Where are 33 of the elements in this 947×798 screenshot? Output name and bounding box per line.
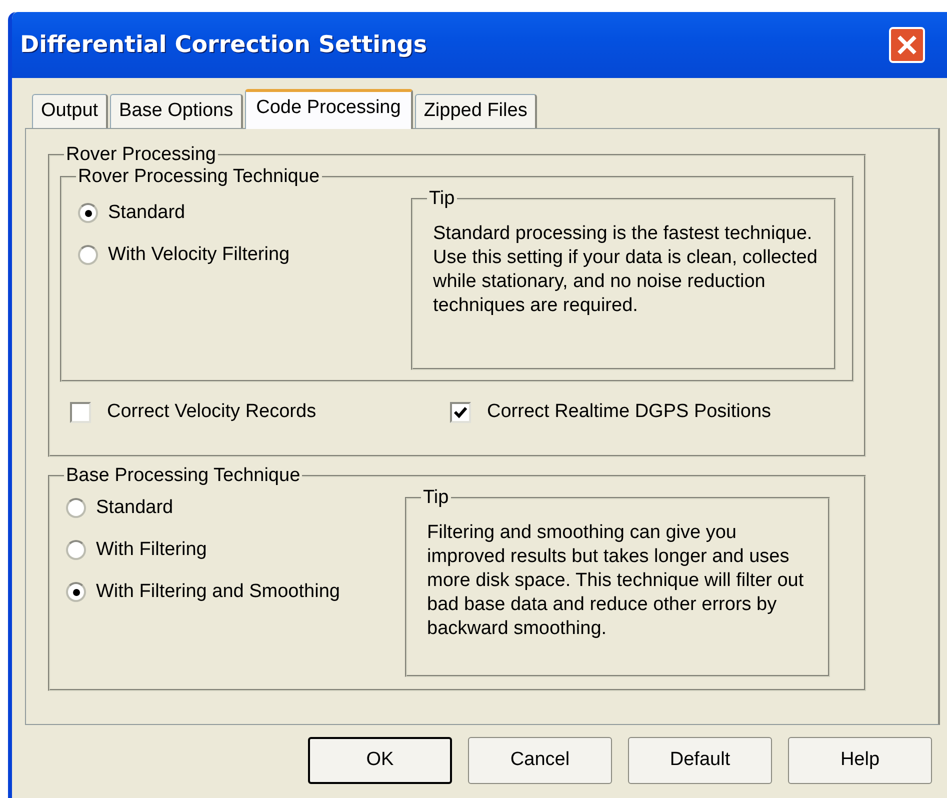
radio-label: With Velocity Filtering [108, 242, 290, 267]
tab[interactable]: Base Options [110, 94, 244, 128]
radio-button[interactable] [66, 540, 86, 560]
checkbox-label: Correct Velocity Records [107, 400, 316, 424]
group-title: Rover Processing [65, 144, 217, 166]
group-title: Base Processing Technique [65, 465, 302, 487]
radio-label: Standard [96, 496, 174, 520]
radio-label: With Filtering [96, 538, 207, 562]
close-button[interactable] [889, 27, 925, 63]
tab[interactable]: Zipped Files [414, 94, 538, 128]
dialog-button[interactable]: Cancel [468, 737, 612, 784]
checkbox[interactable] [450, 402, 471, 423]
tip-title: Tip [422, 487, 450, 509]
check-icon [453, 404, 468, 420]
group-title: Rover Processing Technique [77, 166, 321, 188]
radio-button[interactable] [66, 498, 86, 518]
dialog-button[interactable]: Help [788, 737, 932, 784]
tab[interactable]: Code Processing [245, 89, 413, 129]
checkbox[interactable] [70, 402, 91, 423]
close-icon [896, 34, 918, 56]
tip-text: Filtering and smoothing can give you improved results but takes longer and uses more disk space. This technique will filter out bad base data and reduce other errors by backward smoothing. [426, 521, 805, 641]
radio-button[interactable] [78, 245, 98, 265]
radio-label: Standard [108, 200, 186, 225]
radio-label: With Filtering and Smoothing [96, 580, 340, 604]
window-title: Differential Correction Settings [20, 30, 428, 60]
tip-title: Tip [428, 188, 456, 210]
ok-button[interactable]: OK [308, 737, 452, 784]
dialog-button[interactable]: Default [628, 737, 772, 784]
checkbox-label: Correct Realtime DGPS Positions [487, 400, 772, 424]
radio-button[interactable] [78, 203, 98, 223]
radio-button[interactable] [66, 582, 86, 602]
tab[interactable]: Output [32, 94, 108, 128]
tip-text: Standard processing is the fastest technique. Use this setting if your data is clean, collected while stationary, and no noise reduction techniques are required. [432, 222, 818, 318]
